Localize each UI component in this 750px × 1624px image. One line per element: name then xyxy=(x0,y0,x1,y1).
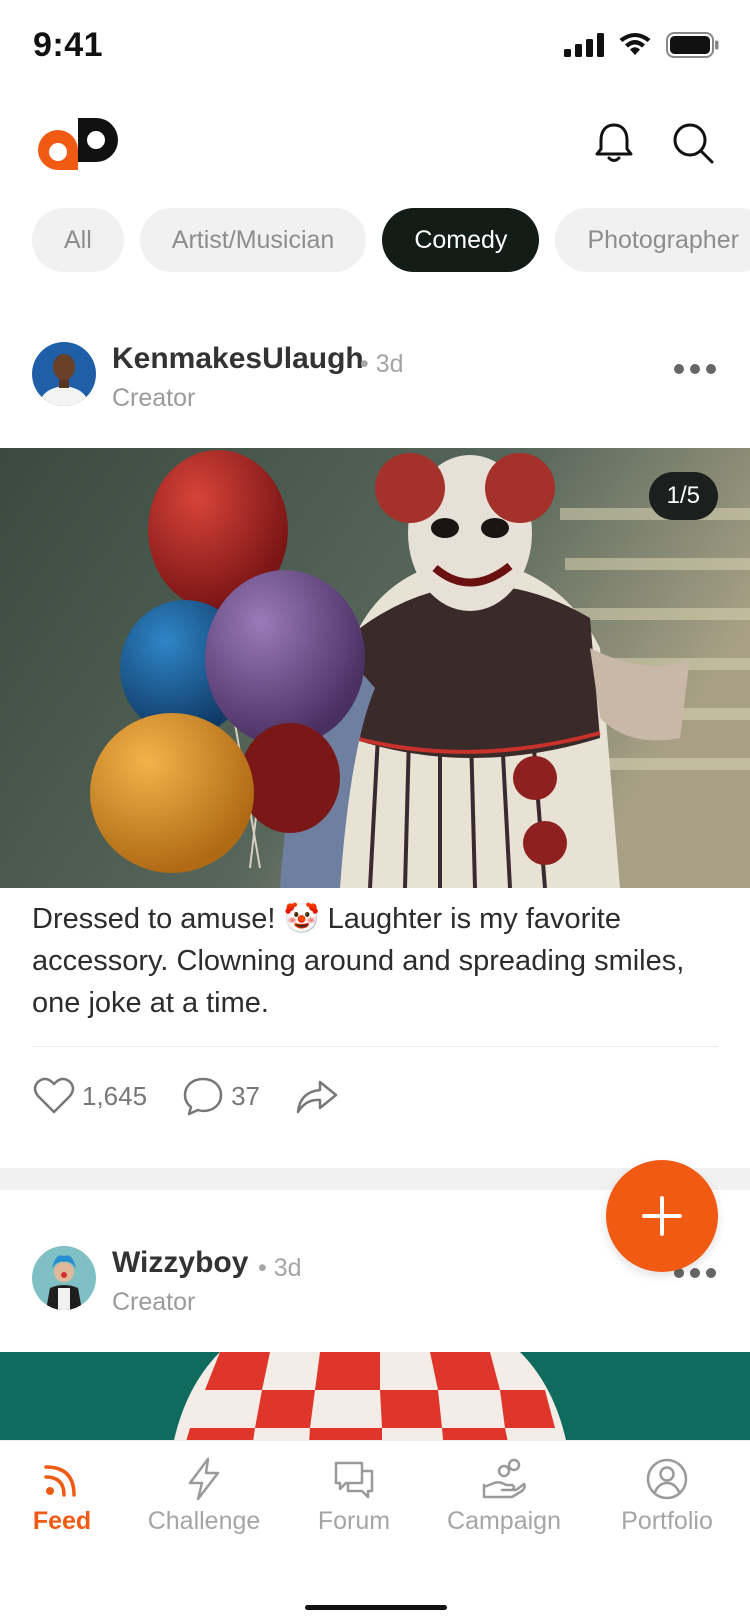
share-button[interactable] xyxy=(294,1074,340,1118)
comment-icon xyxy=(183,1077,223,1116)
tab-portfolio[interactable]: Portfolio xyxy=(592,1457,742,1536)
home-indicator xyxy=(305,1605,447,1610)
category-chips: All Artist/Musician Comedy Photographer xyxy=(32,208,750,272)
chip-photographer[interactable]: Photographer xyxy=(555,208,750,272)
chip-comedy[interactable]: Comedy xyxy=(382,208,540,272)
more-options-icon[interactable] xyxy=(674,364,716,374)
tab-feed[interactable]: Feed xyxy=(0,1457,137,1536)
bell-icon[interactable] xyxy=(591,120,637,166)
more-options-icon[interactable] xyxy=(674,1268,716,1278)
user-role: Creator xyxy=(112,1288,196,1316)
media-counter-badge: 1/5 xyxy=(648,472,718,520)
chat-bubbles-icon xyxy=(334,1461,374,1499)
user-name[interactable]: Wizzyboy xyxy=(112,1246,248,1280)
user-name[interactable]: KenmakesUlaugh xyxy=(112,342,364,376)
like-count: 1,645 xyxy=(82,1080,148,1111)
wifi-icon xyxy=(619,33,651,55)
user-circle-icon xyxy=(646,1458,688,1500)
cellular-signal-icon xyxy=(564,33,604,57)
brand-logo[interactable] xyxy=(30,110,122,178)
plus-icon xyxy=(642,1196,682,1236)
chip-all[interactable]: All xyxy=(32,208,124,272)
search-icon[interactable] xyxy=(670,120,716,166)
status-time: 9:41 xyxy=(33,26,104,64)
divider xyxy=(32,1046,718,1047)
like-button[interactable]: 1,645 xyxy=(32,1074,147,1118)
tab-label: Portfolio xyxy=(621,1507,713,1535)
create-post-button[interactable] xyxy=(606,1160,718,1272)
post-media[interactable]: 1/5 xyxy=(0,448,750,888)
avatar[interactable] xyxy=(32,342,96,406)
tab-challenge[interactable]: Challenge xyxy=(129,1457,279,1536)
tab-forum[interactable]: Forum xyxy=(279,1457,429,1536)
post-caption: Dressed to amuse! 🤡 Laughter is my favor… xyxy=(32,903,685,1019)
tab-label: Forum xyxy=(317,1507,391,1535)
lightning-icon xyxy=(188,1457,220,1501)
comment-button[interactable]: 37 xyxy=(181,1074,260,1118)
post-time: • 3d xyxy=(258,1254,302,1282)
avatar[interactable] xyxy=(32,1246,96,1310)
status-bar: 9:41 xyxy=(0,0,750,96)
tab-campaign[interactable]: Campaign xyxy=(429,1457,579,1536)
user-role: Creator xyxy=(112,384,196,412)
post-card: KenmakesUlaugh • 3d Creator 1/5 Dressed … xyxy=(0,338,750,1116)
battery-icon xyxy=(666,32,719,58)
share-icon xyxy=(296,1080,338,1114)
hand-coins-icon xyxy=(482,1458,526,1499)
post-actions: 1,645 37 xyxy=(32,1074,374,1118)
heart-icon xyxy=(33,1077,75,1114)
status-icons xyxy=(564,32,720,58)
tab-label: Campaign xyxy=(447,1507,561,1535)
clown-photo xyxy=(0,448,750,888)
app-header xyxy=(0,96,750,206)
post-header: KenmakesUlaugh • 3d Creator xyxy=(0,338,750,448)
bottom-tab-bar: Feed Challenge Forum Campaign Portfolio xyxy=(0,1440,750,1624)
post-card: Wizzyboy • 3d Creator xyxy=(0,1242,750,1462)
comment-count: 37 xyxy=(231,1080,260,1111)
tab-label: Challenge xyxy=(147,1507,261,1535)
post-time: • 3d xyxy=(360,350,404,378)
chip-artist-musician[interactable]: Artist/Musician xyxy=(139,208,367,272)
tab-label: Feed xyxy=(32,1507,92,1535)
rss-icon xyxy=(44,1465,76,1497)
